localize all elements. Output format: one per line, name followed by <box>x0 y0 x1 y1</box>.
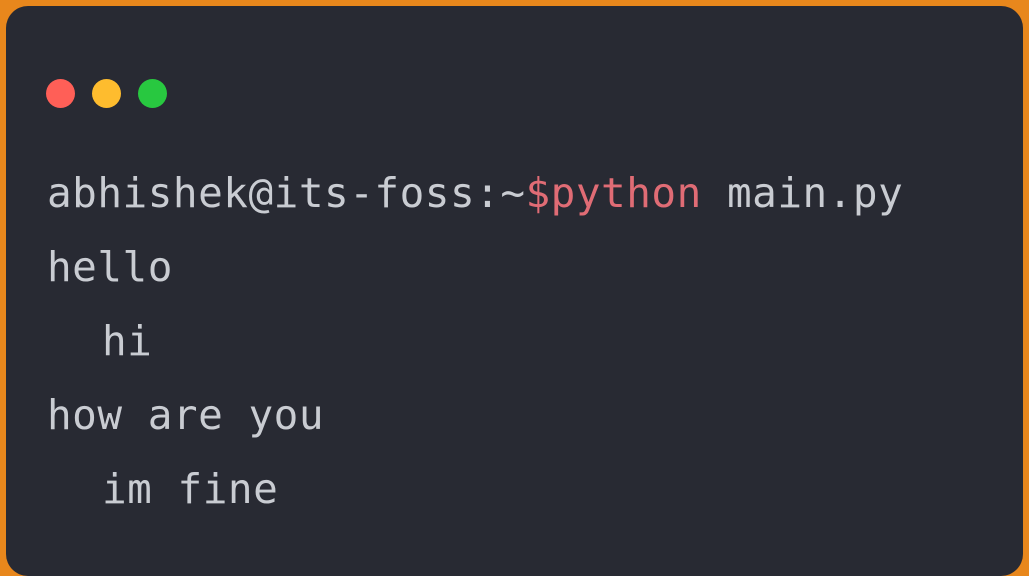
output-line-im-fine: im fine <box>102 465 279 513</box>
command-args: main.py <box>701 169 904 217</box>
output-line-hello: hello <box>47 243 173 291</box>
output-line-how-are-you: how are you <box>47 391 325 439</box>
close-button[interactable] <box>46 79 75 108</box>
output-line-hi: hi <box>102 317 153 365</box>
screenshot-frame: abhishek@its-foss:~$python main.py hello… <box>0 0 1029 576</box>
command-line: abhishek@its-foss:~$python main.py <box>47 169 903 217</box>
shell-prompt: abhishek@its-foss:~ <box>47 169 526 217</box>
command-keyword: $python <box>525 169 702 217</box>
minimize-button[interactable] <box>92 79 121 108</box>
terminal-window: abhishek@its-foss:~$python main.py hello… <box>6 6 1023 576</box>
maximize-button[interactable] <box>138 79 167 108</box>
